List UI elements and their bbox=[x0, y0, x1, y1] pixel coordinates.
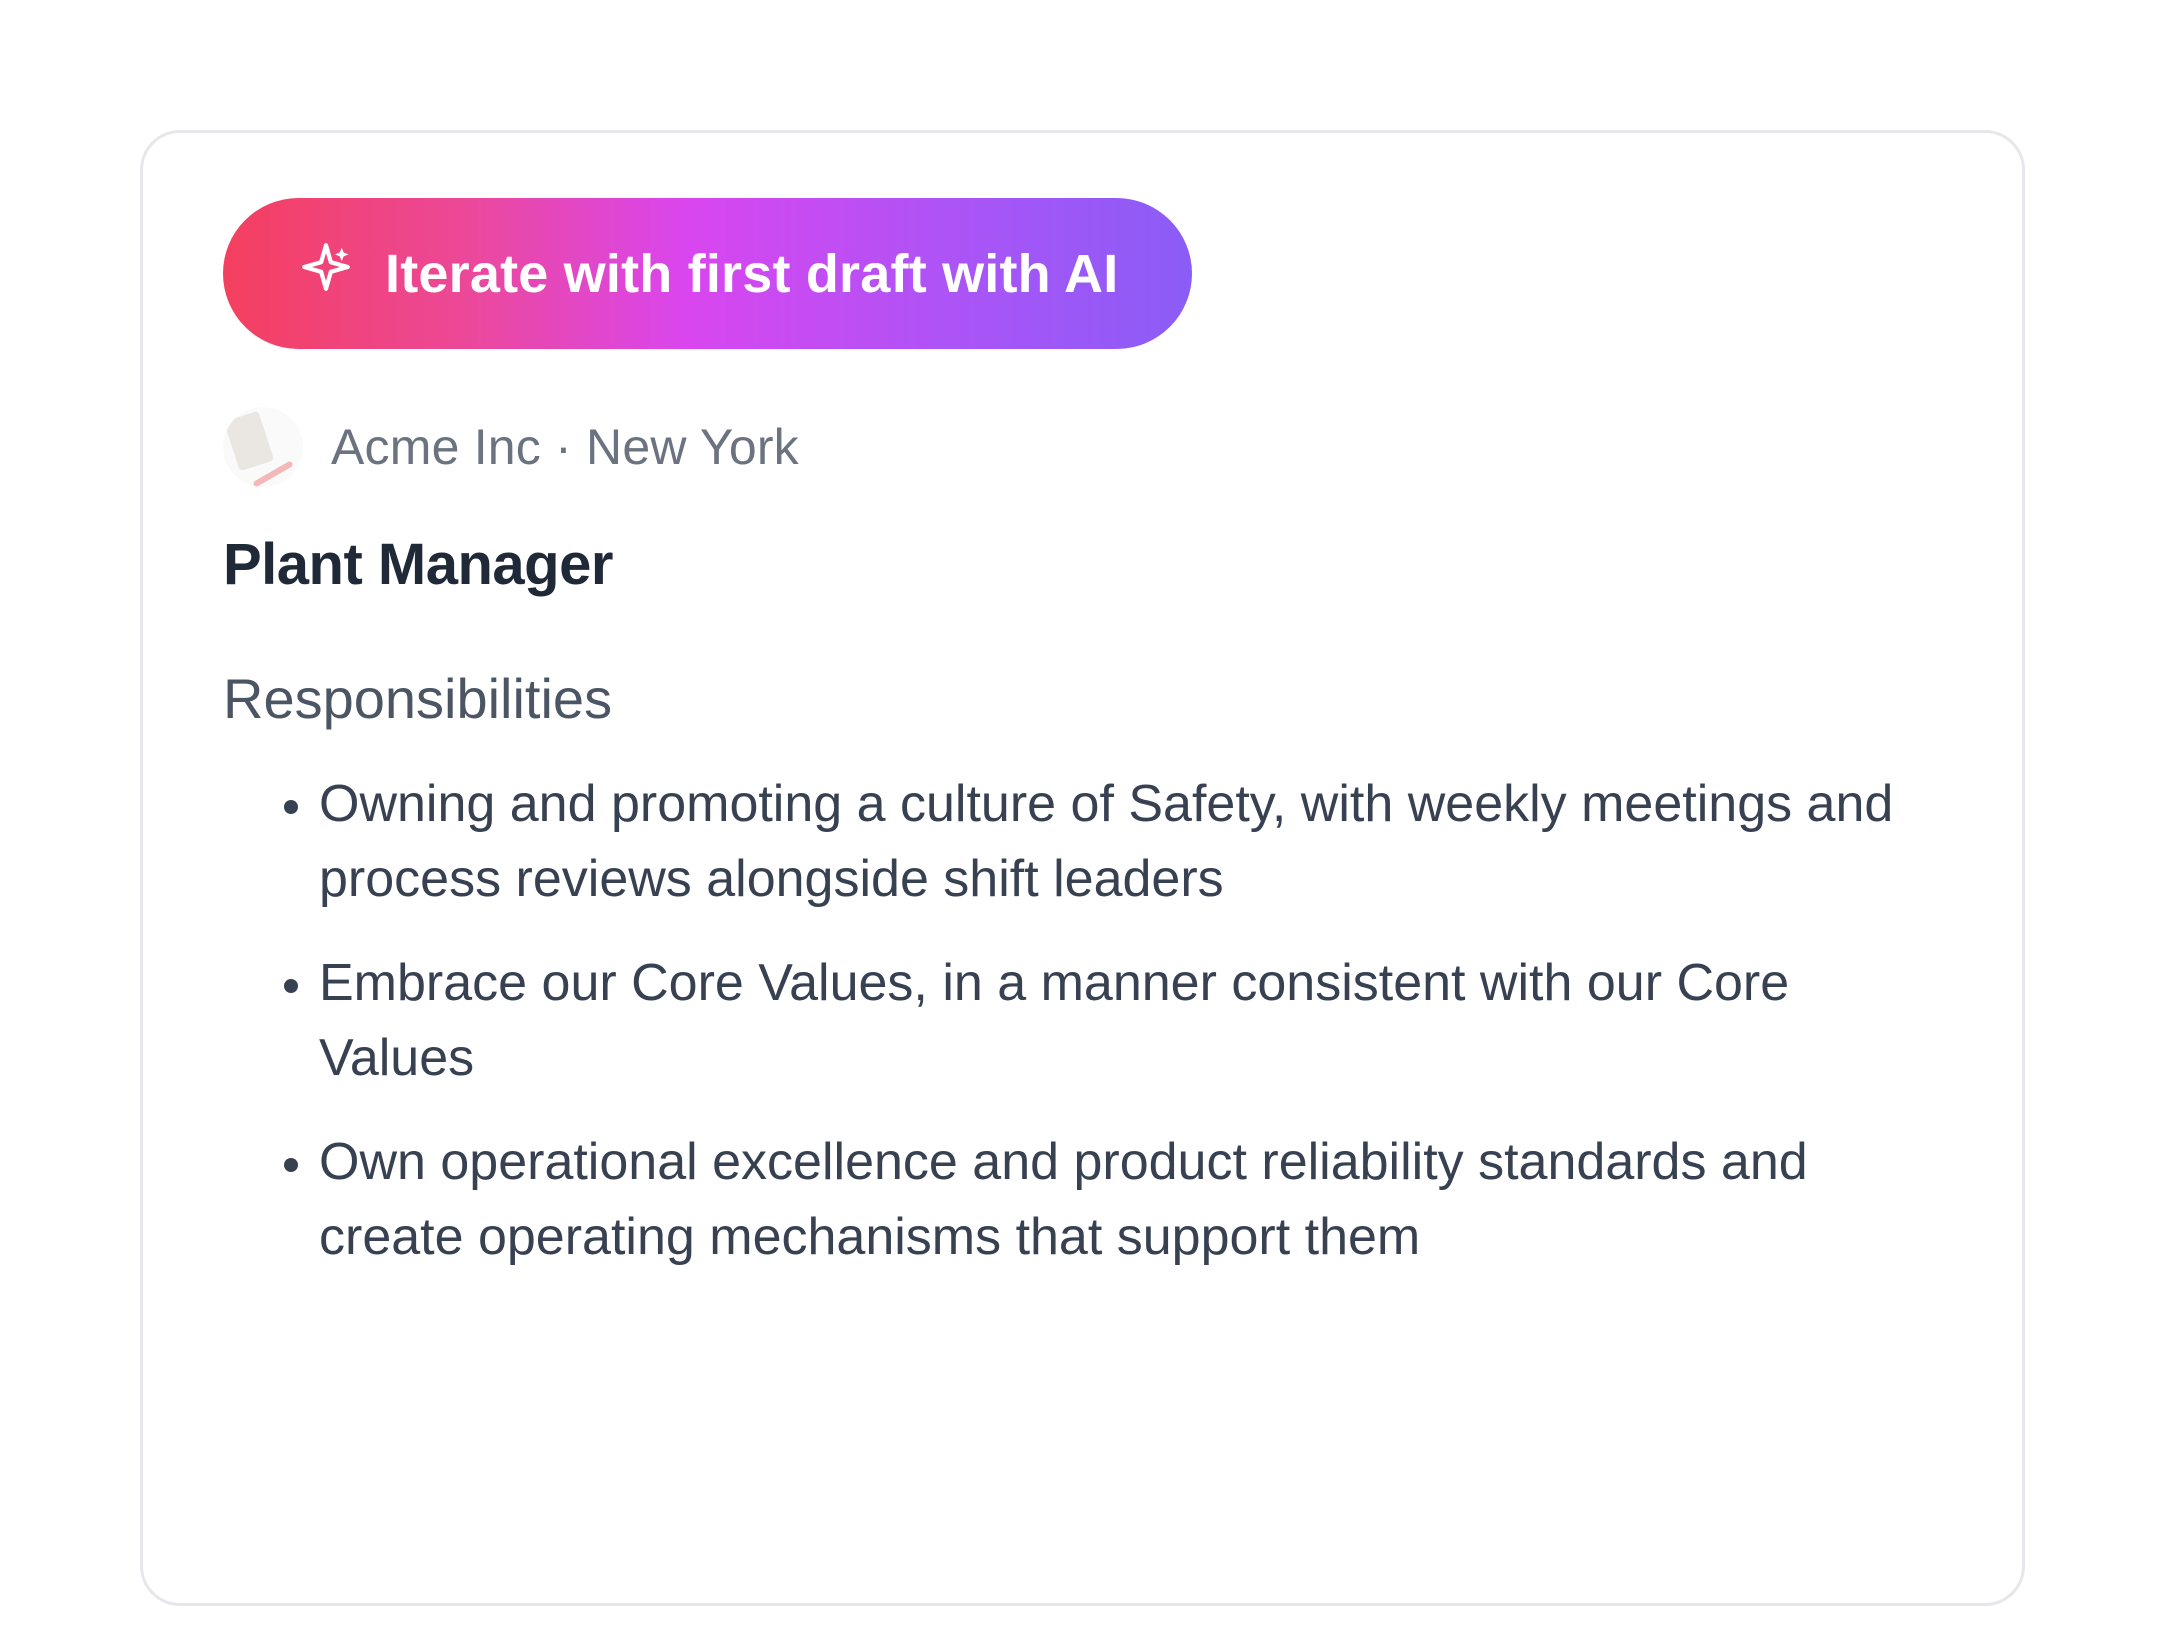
company-location: New York bbox=[586, 419, 799, 475]
job-title: Plant Manager bbox=[223, 531, 1942, 598]
company-name: Acme Inc bbox=[331, 419, 541, 475]
responsibilities-heading: Responsibilities bbox=[223, 666, 1942, 731]
list-item: Owning and promoting a culture of Safety… bbox=[319, 767, 1942, 918]
job-card: Iterate with first draft with AI Acme In… bbox=[140, 130, 2025, 1606]
list-item: Embrace our Core Values, in a manner con… bbox=[319, 946, 1942, 1097]
company-logo bbox=[223, 407, 303, 487]
list-item: Own operational excellence and product r… bbox=[319, 1125, 1942, 1276]
iterate-ai-button[interactable]: Iterate with first draft with AI bbox=[223, 198, 1192, 349]
meta-separator: · bbox=[541, 419, 586, 475]
company-meta-text: Acme Inc · New York bbox=[331, 418, 799, 476]
iterate-ai-button-label: Iterate with first draft with AI bbox=[385, 243, 1118, 305]
sparkle-icon bbox=[297, 238, 355, 309]
responsibilities-list: Owning and promoting a culture of Safety… bbox=[223, 767, 1942, 1275]
company-meta: Acme Inc · New York bbox=[223, 407, 1942, 487]
